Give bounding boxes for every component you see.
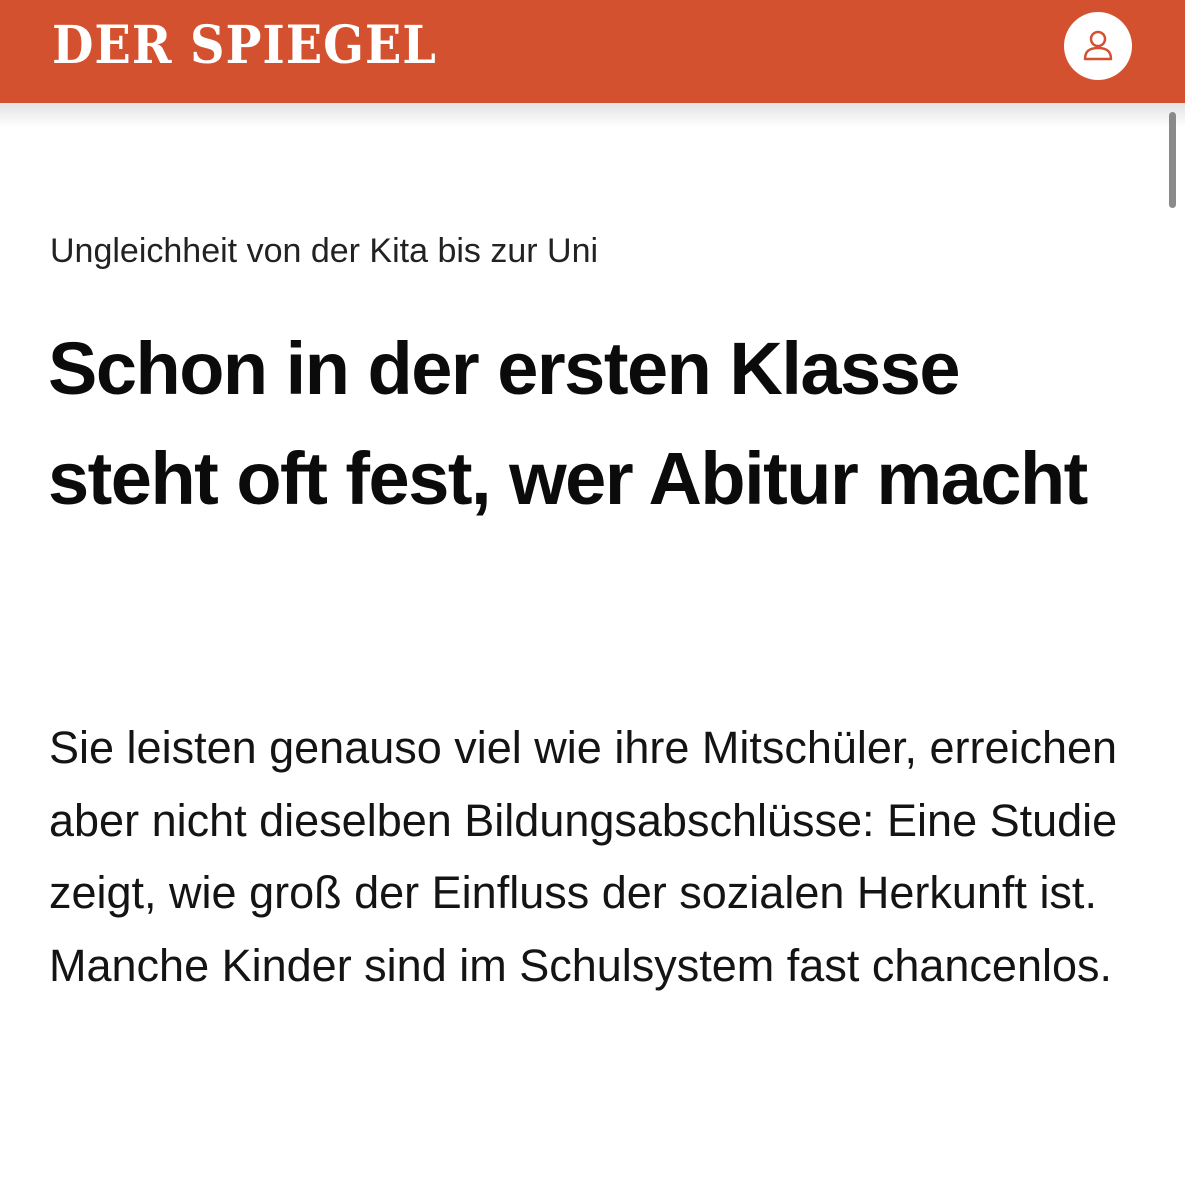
scrollbar-thumb[interactable]: [1169, 112, 1176, 208]
account-button[interactable]: [1064, 12, 1132, 80]
header-divider: [0, 103, 1185, 127]
user-icon: [1083, 30, 1113, 61]
brand-logo[interactable]: DER SPIEGEL: [52, 14, 437, 78]
article-kicker: Ungleichheit von der Kita bis zur Uni: [50, 232, 599, 270]
article-headline: Schon in der ersten Klasse steht oft fes…: [48, 327, 1088, 520]
site-header: DER SPIEGEL: [0, 0, 1185, 103]
article-teaser: Sie leisten genauso viel wie ihre Mitsch…: [49, 722, 1118, 991]
